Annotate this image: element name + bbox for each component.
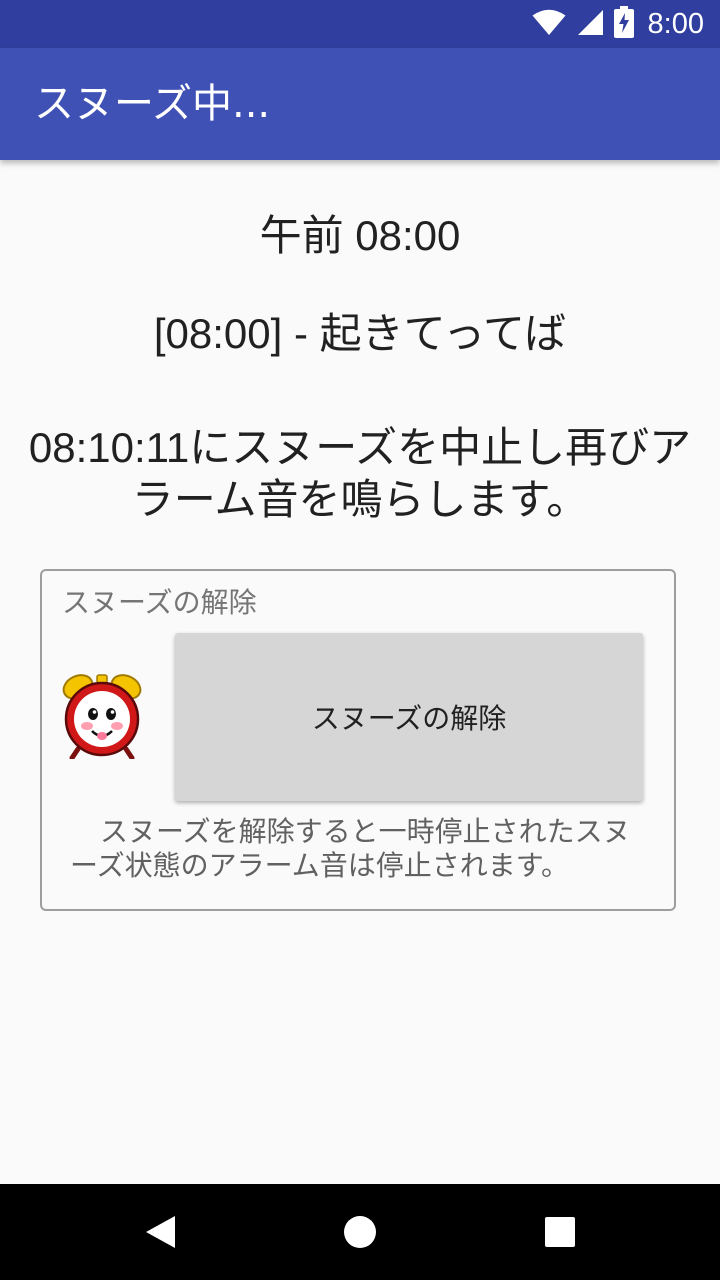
app-title: スヌーズ中... [34,81,271,127]
alarm-time: 午前 08:00 [259,212,461,259]
wifi-icon [532,8,566,40]
status-icons: 8:00 [532,0,704,48]
group-title: スヌーズの解除 [62,586,257,619]
screen: 8:00 スヌーズ中... 午前 08:00 [08:00] - 起きてってば … [0,0,720,1280]
snooze-message: 08:10:11にスヌーズを中止し再びアラーム音を鳴らします。 [28,424,692,523]
status-time: 8:00 [647,7,704,40]
status-bar: 8:00 [0,0,720,48]
cellular-signal-icon [576,8,604,40]
alarm-clock-icon [60,671,144,761]
alarm-label: [08:00] - 起きてってば [153,310,567,357]
snooze-release-group: スヌーズの解除 スヌーズの解除 スヌーズを解除すると一時停止されたスヌーズ状態の… [40,569,676,911]
home-icon[interactable] [336,1208,384,1256]
back-icon[interactable] [136,1208,184,1256]
battery-charging-icon [613,6,634,42]
app-bar: スヌーズ中... [0,48,720,160]
release-snooze-button[interactable]: スヌーズの解除 [175,633,643,801]
recents-icon[interactable] [536,1208,584,1256]
release-description: スヌーズを解除すると一時停止されたスヌーズ状態のアラーム音は停止されます。 [70,815,631,882]
navigation-bar [0,1184,720,1280]
